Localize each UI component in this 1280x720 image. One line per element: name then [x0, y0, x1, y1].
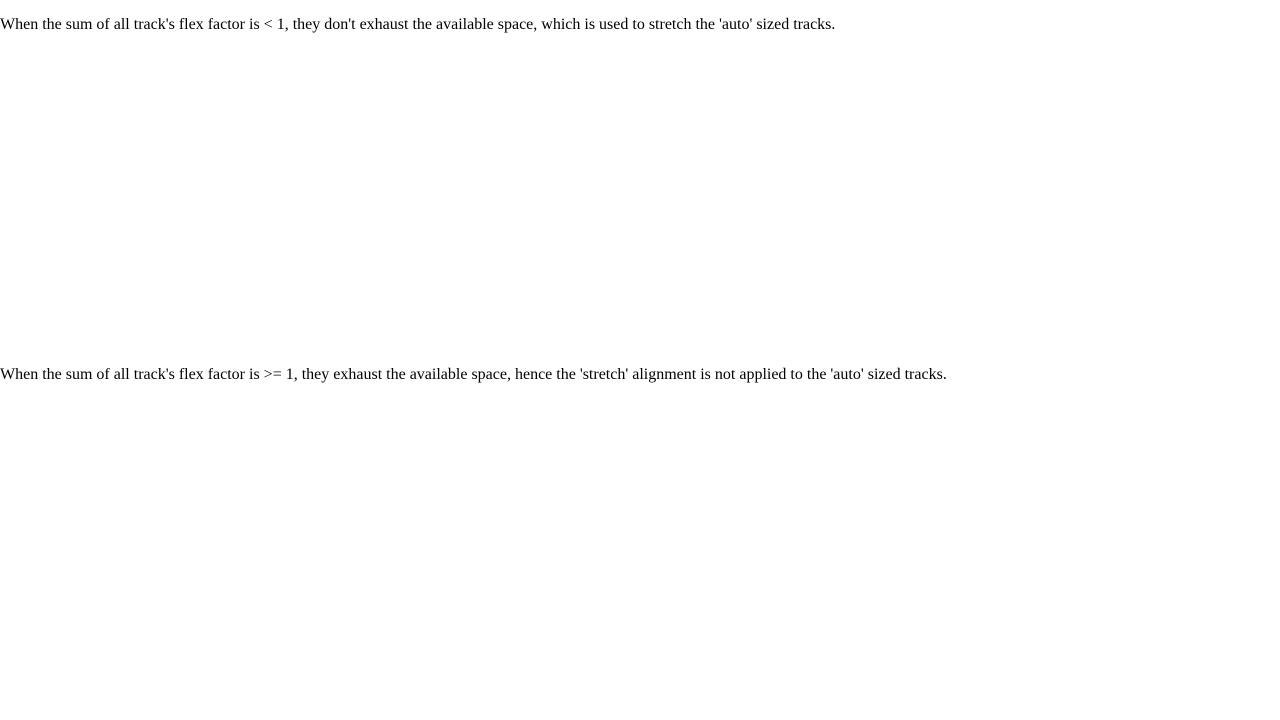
description-flex-sum-at-least-one: When the sum of all track's flex factor … — [0, 366, 947, 383]
grid-container-flex-sum-at-least-one — [0, 392, 1280, 702]
grid-container-flex-sum-less-than-one — [0, 40, 1280, 350]
description-flex-sum-less-than-one: When the sum of all track's flex factor … — [0, 16, 836, 33]
